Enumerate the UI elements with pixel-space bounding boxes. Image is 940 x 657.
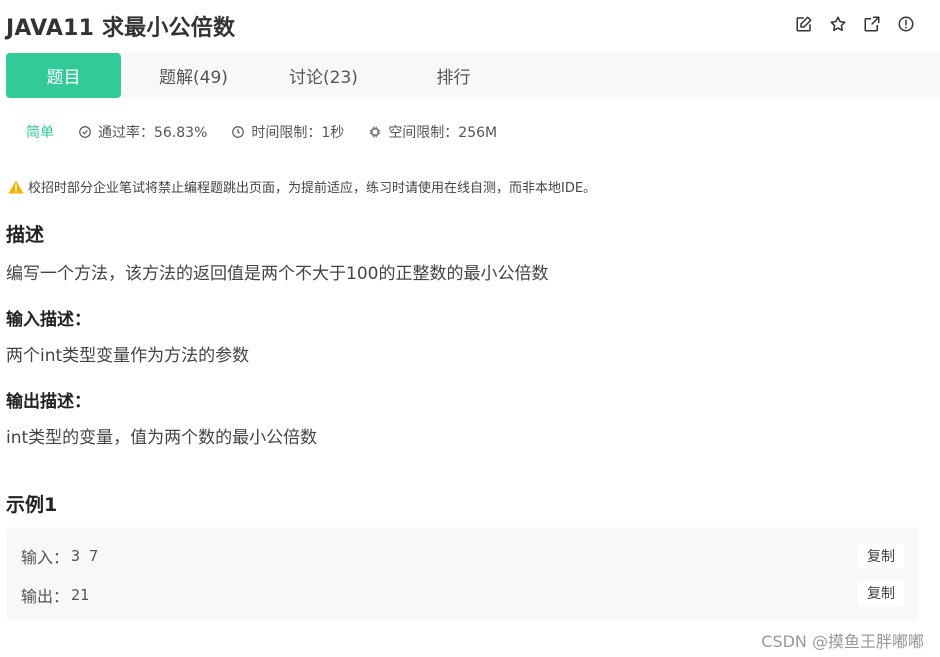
chip-icon [370,126,381,138]
tab-problem[interactable]: 题目 [6,53,121,98]
description-heading: 描述 [6,224,45,246]
copy-output-button[interactable]: 复制 [858,580,904,606]
clock-icon [232,126,245,138]
pass-rate: 通过率：56.83% [78,122,207,142]
description-text: 编写一个方法，该方法的返回值是两个不大于100的正整数的最小公倍数 [6,264,549,284]
exam-notice: 校招时部分企业笔试将禁止编程题跳出页面，为提前适应，练习时请使用在线自测，而非本… [8,177,596,196]
example-box: 输入： 3 7 复制 输出： 21 复制 [6,527,918,621]
output-description-text: int类型的变量，值为两个数的最小公倍数 [6,428,318,448]
header-actions [794,14,916,34]
space-limit-text: 空间限制：256M [388,125,498,141]
example-output-row: 输出： 21 [21,583,89,607]
output-description-heading: 输出描述： [6,392,91,412]
example-input-value: 3 7 [71,547,99,565]
edit-icon[interactable] [794,14,814,34]
tab-bar: 题目 题解(49) 讨论(23) 排行 [6,53,940,98]
difficulty-badge: 简单 [26,125,54,141]
share-icon[interactable] [862,14,882,34]
copy-input-button[interactable]: 复制 [858,543,904,569]
example-output-label: 输出： [21,587,70,606]
tab-discussion[interactable]: 讨论(23) [266,53,381,98]
example-input-row: 输入： 3 7 [21,544,98,568]
problem-page: JAVA11 求最小公倍数 题目 题解(49) 讨论(23) 排行 简单 通过率… [0,0,940,657]
example-output-value: 21 [71,586,90,604]
input-description-text: 两个int类型变量作为方法的参数 [6,346,250,366]
example-input-label: 输入： [21,548,70,567]
star-icon[interactable] [828,14,848,34]
time-limit: 时间限制：1秒 [231,122,344,142]
space-limit: 空间限制：256M [368,122,497,142]
report-icon[interactable] [896,14,916,34]
watermark: CSDN @摸鱼王胖嘟嘟 [761,632,924,651]
notice-text: 校招时部分企业笔试将禁止编程题跳出页面，为提前适应，练习时请使用在线自测，而非本… [28,181,597,196]
warning-icon [8,180,24,193]
tab-ranking[interactable]: 排行 [396,53,511,98]
time-limit-text: 时间限制：1秒 [251,125,345,141]
check-circle-icon [79,126,91,138]
pass-rate-text: 通过率：56.83% [98,125,208,141]
example-heading: 示例1 [6,494,58,516]
problem-title: JAVA11 求最小公倍数 [6,16,236,41]
problem-meta: 简单 通过率：56.83% 时间限制：1秒 空间限制：256M [26,122,521,142]
tab-solutions[interactable]: 题解(49) [136,53,251,98]
input-description-heading: 输入描述： [6,310,91,330]
